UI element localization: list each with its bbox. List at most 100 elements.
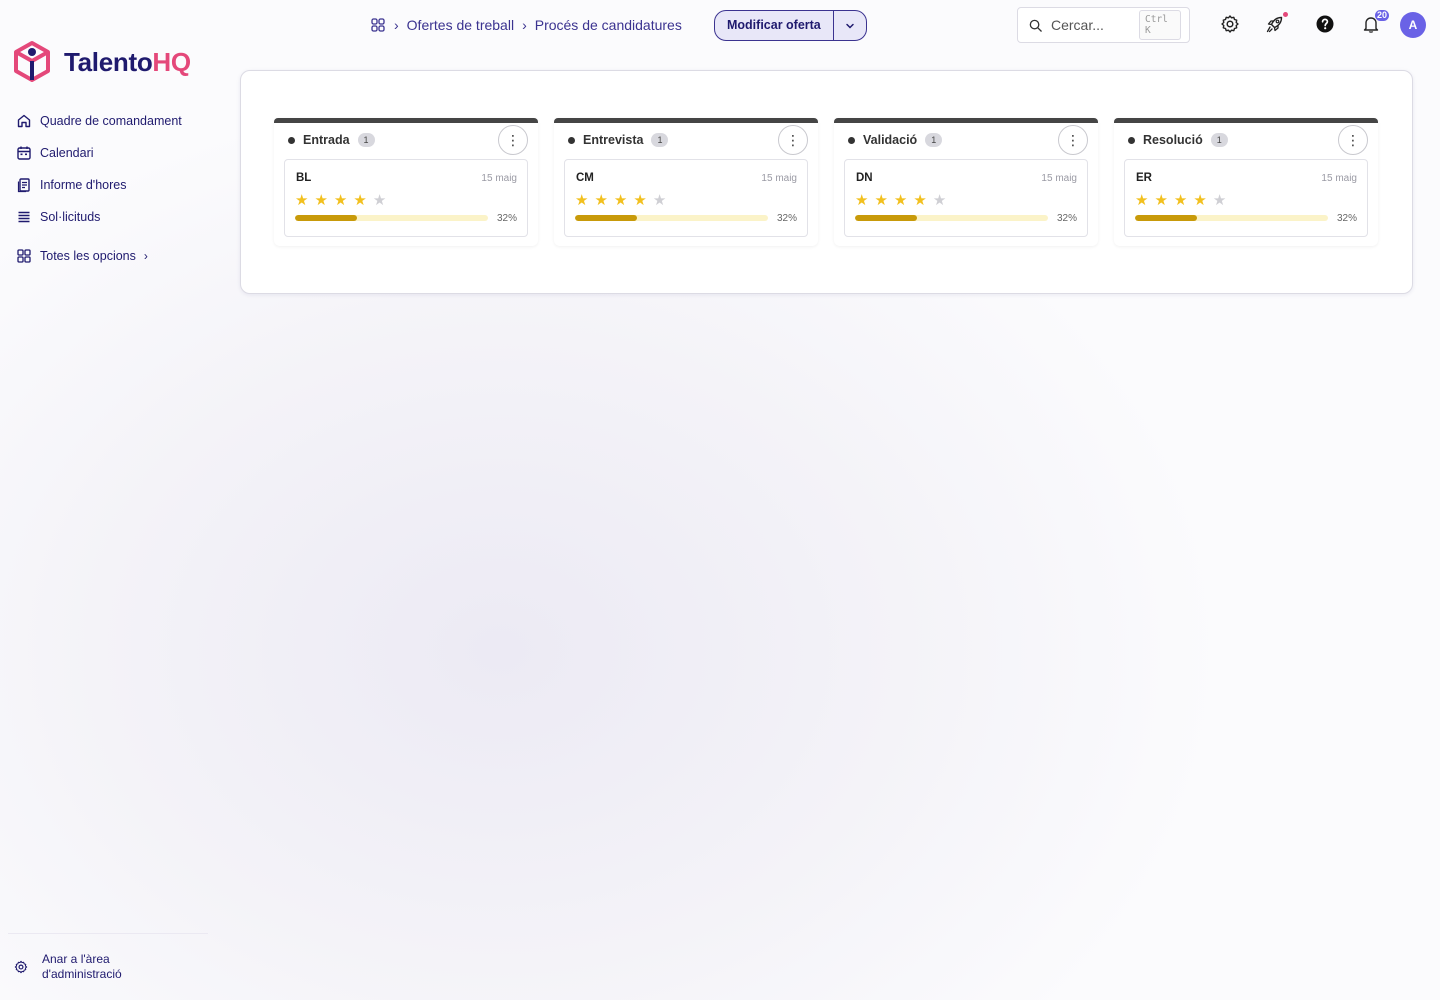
star-filled-icon: ★ (594, 192, 608, 209)
column-title: Entrevista (583, 133, 644, 147)
candidate-initials: BL (296, 172, 312, 184)
star-empty-icon: ★ (932, 192, 947, 209)
admin-area-label-line2: d'administració (42, 967, 122, 981)
sidebar-item-calendar[interactable]: Calendari (16, 142, 216, 164)
candidate-card[interactable]: DN 15 maig ★ ★ ★ ★ ★ 32% (844, 159, 1088, 237)
star-filled-icon: ★ (295, 192, 309, 209)
breadcrumb: › Ofertes de treball › Procés de candida… (370, 14, 682, 36)
candidate-initials: DN (856, 172, 873, 184)
admin-area-link[interactable]: Anar a l'àrea d'administració (14, 952, 122, 982)
chevron-right-icon: › (522, 17, 527, 33)
star-empty-icon: ★ (652, 192, 667, 209)
all-options-link[interactable]: Totes les opcions › (16, 248, 148, 264)
star-empty-icon: ★ (372, 192, 387, 209)
search-icon (1029, 19, 1042, 32)
progress-bar (855, 215, 1048, 221)
star-filled-icon: ★ (1154, 192, 1168, 209)
column-status-dot (568, 136, 575, 144)
progress-label: 32% (1336, 213, 1357, 224)
sidebar-item-label: Sol·licituds (40, 210, 101, 224)
all-options-label: Totes les opcions (40, 249, 136, 263)
chevron-right-icon: › (394, 17, 399, 33)
board-column-validacio: Validació 1 ⋮ DN 15 maig ★ ★ ★ ★ ★ 32% (834, 118, 1098, 246)
column-count-badge: 1 (357, 133, 375, 147)
candidate-date: 15 maig (761, 173, 797, 184)
list-icon (18, 211, 30, 223)
progress-bar-fill (295, 215, 357, 221)
candidate-date: 15 maig (1041, 173, 1077, 184)
more-vertical-icon: ⋮ (506, 131, 520, 148)
breadcrumb-application-process[interactable]: Procés de candidatures (535, 17, 682, 33)
grid-icon[interactable] (370, 17, 386, 33)
gear-icon (14, 960, 28, 974)
candidate-card[interactable]: BL 15 maig ★ ★ ★ ★ ★ 32% (284, 159, 528, 237)
search-input[interactable] (1051, 17, 1131, 33)
star-filled-icon: ★ (874, 192, 888, 209)
help-button[interactable] (1314, 13, 1336, 35)
star-filled-icon: ★ (1135, 192, 1149, 209)
progress-label: 32% (1056, 213, 1077, 224)
column-header: Entrada 1 ⋮ (274, 123, 538, 157)
column-menu-button[interactable]: ⋮ (498, 125, 528, 155)
column-count-badge: 1 (1210, 133, 1228, 147)
admin-area-label: Anar a l'àrea d'administració (42, 952, 122, 982)
progress-label: 32% (496, 213, 517, 224)
help-icon (1316, 15, 1334, 33)
star-filled-icon: ★ (855, 192, 869, 209)
candidate-card[interactable]: CM 15 maig ★ ★ ★ ★ ★ 32% (564, 159, 808, 237)
progress-bar (1135, 215, 1328, 221)
progress-bar-fill (855, 215, 917, 221)
column-menu-button[interactable]: ⋮ (778, 125, 808, 155)
column-header: Validació 1 ⋮ (834, 123, 1098, 157)
progress-bar (575, 215, 768, 221)
candidate-initials: CM (576, 172, 594, 184)
sidebar-item-label: Calendari (40, 146, 94, 160)
gear-icon (1221, 15, 1239, 33)
calendar-icon (17, 146, 31, 160)
progress-label: 32% (776, 213, 797, 224)
new-indicator-dot (1283, 12, 1288, 17)
board-column-entrada: Entrada 1 ⋮ BL 15 maig ★ ★ ★ ★ ★ 32% (274, 118, 538, 246)
candidate-date: 15 maig (481, 173, 517, 184)
star-filled-icon: ★ (575, 192, 589, 209)
column-title: Validació (863, 133, 918, 147)
column-menu-button[interactable]: ⋮ (1338, 125, 1368, 155)
rating-stars: ★ ★ ★ ★ ★ (855, 193, 946, 208)
progress-bar (295, 215, 488, 221)
search-shortcut-badge: Ctrl K (1139, 10, 1181, 40)
column-title: Entrada (303, 133, 350, 147)
progress-bar-fill (1135, 215, 1197, 221)
candidate-card[interactable]: ER 15 maig ★ ★ ★ ★ ★ 32% (1124, 159, 1368, 237)
progress-bar-fill (575, 215, 637, 221)
whats-new-button[interactable] (1264, 13, 1286, 35)
grid-icon (17, 249, 31, 263)
sidebar-item-requests[interactable]: Sol·licituds (16, 206, 216, 228)
column-status-dot (1128, 136, 1135, 144)
column-title: Resolució (1143, 133, 1203, 147)
column-status-dot (848, 136, 855, 144)
sidebar-item-hours-report[interactable]: Informe d'hores (16, 174, 216, 196)
more-vertical-icon: ⋮ (1066, 131, 1080, 148)
sidebar-divider (8, 933, 208, 934)
more-vertical-icon: ⋮ (1346, 131, 1360, 148)
search-box: Ctrl K (1017, 7, 1190, 43)
star-empty-icon: ★ (1212, 192, 1227, 209)
candidate-initials: ER (1136, 172, 1152, 184)
breadcrumb-job-offers[interactable]: Ofertes de treball (407, 17, 514, 33)
column-menu-button[interactable]: ⋮ (1058, 125, 1088, 155)
sidebar-nav: Quadre de comandament Calendari Informe … (16, 110, 216, 238)
chevron-down-icon (846, 23, 854, 29)
chevron-right-icon: › (143, 249, 148, 263)
edit-offer-dropdown-button[interactable] (834, 11, 866, 40)
brand-name: TalentoHQ (64, 47, 191, 78)
avatar[interactable]: A (1400, 12, 1426, 38)
settings-button[interactable] (1219, 13, 1241, 35)
column-status-dot (288, 136, 295, 144)
sidebar-item-dashboard[interactable]: Quadre de comandament (16, 110, 216, 132)
rating-stars: ★ ★ ★ ★ ★ (575, 193, 666, 208)
admin-area-label-line1: Anar a l'àrea (42, 952, 110, 966)
star-filled-icon: ★ (353, 192, 367, 209)
brand-logo[interactable]: TalentoHQ (12, 40, 191, 84)
sidebar-item-label: Quadre de comandament (40, 114, 182, 128)
edit-offer-button[interactable]: Modificar oferta (715, 11, 834, 40)
